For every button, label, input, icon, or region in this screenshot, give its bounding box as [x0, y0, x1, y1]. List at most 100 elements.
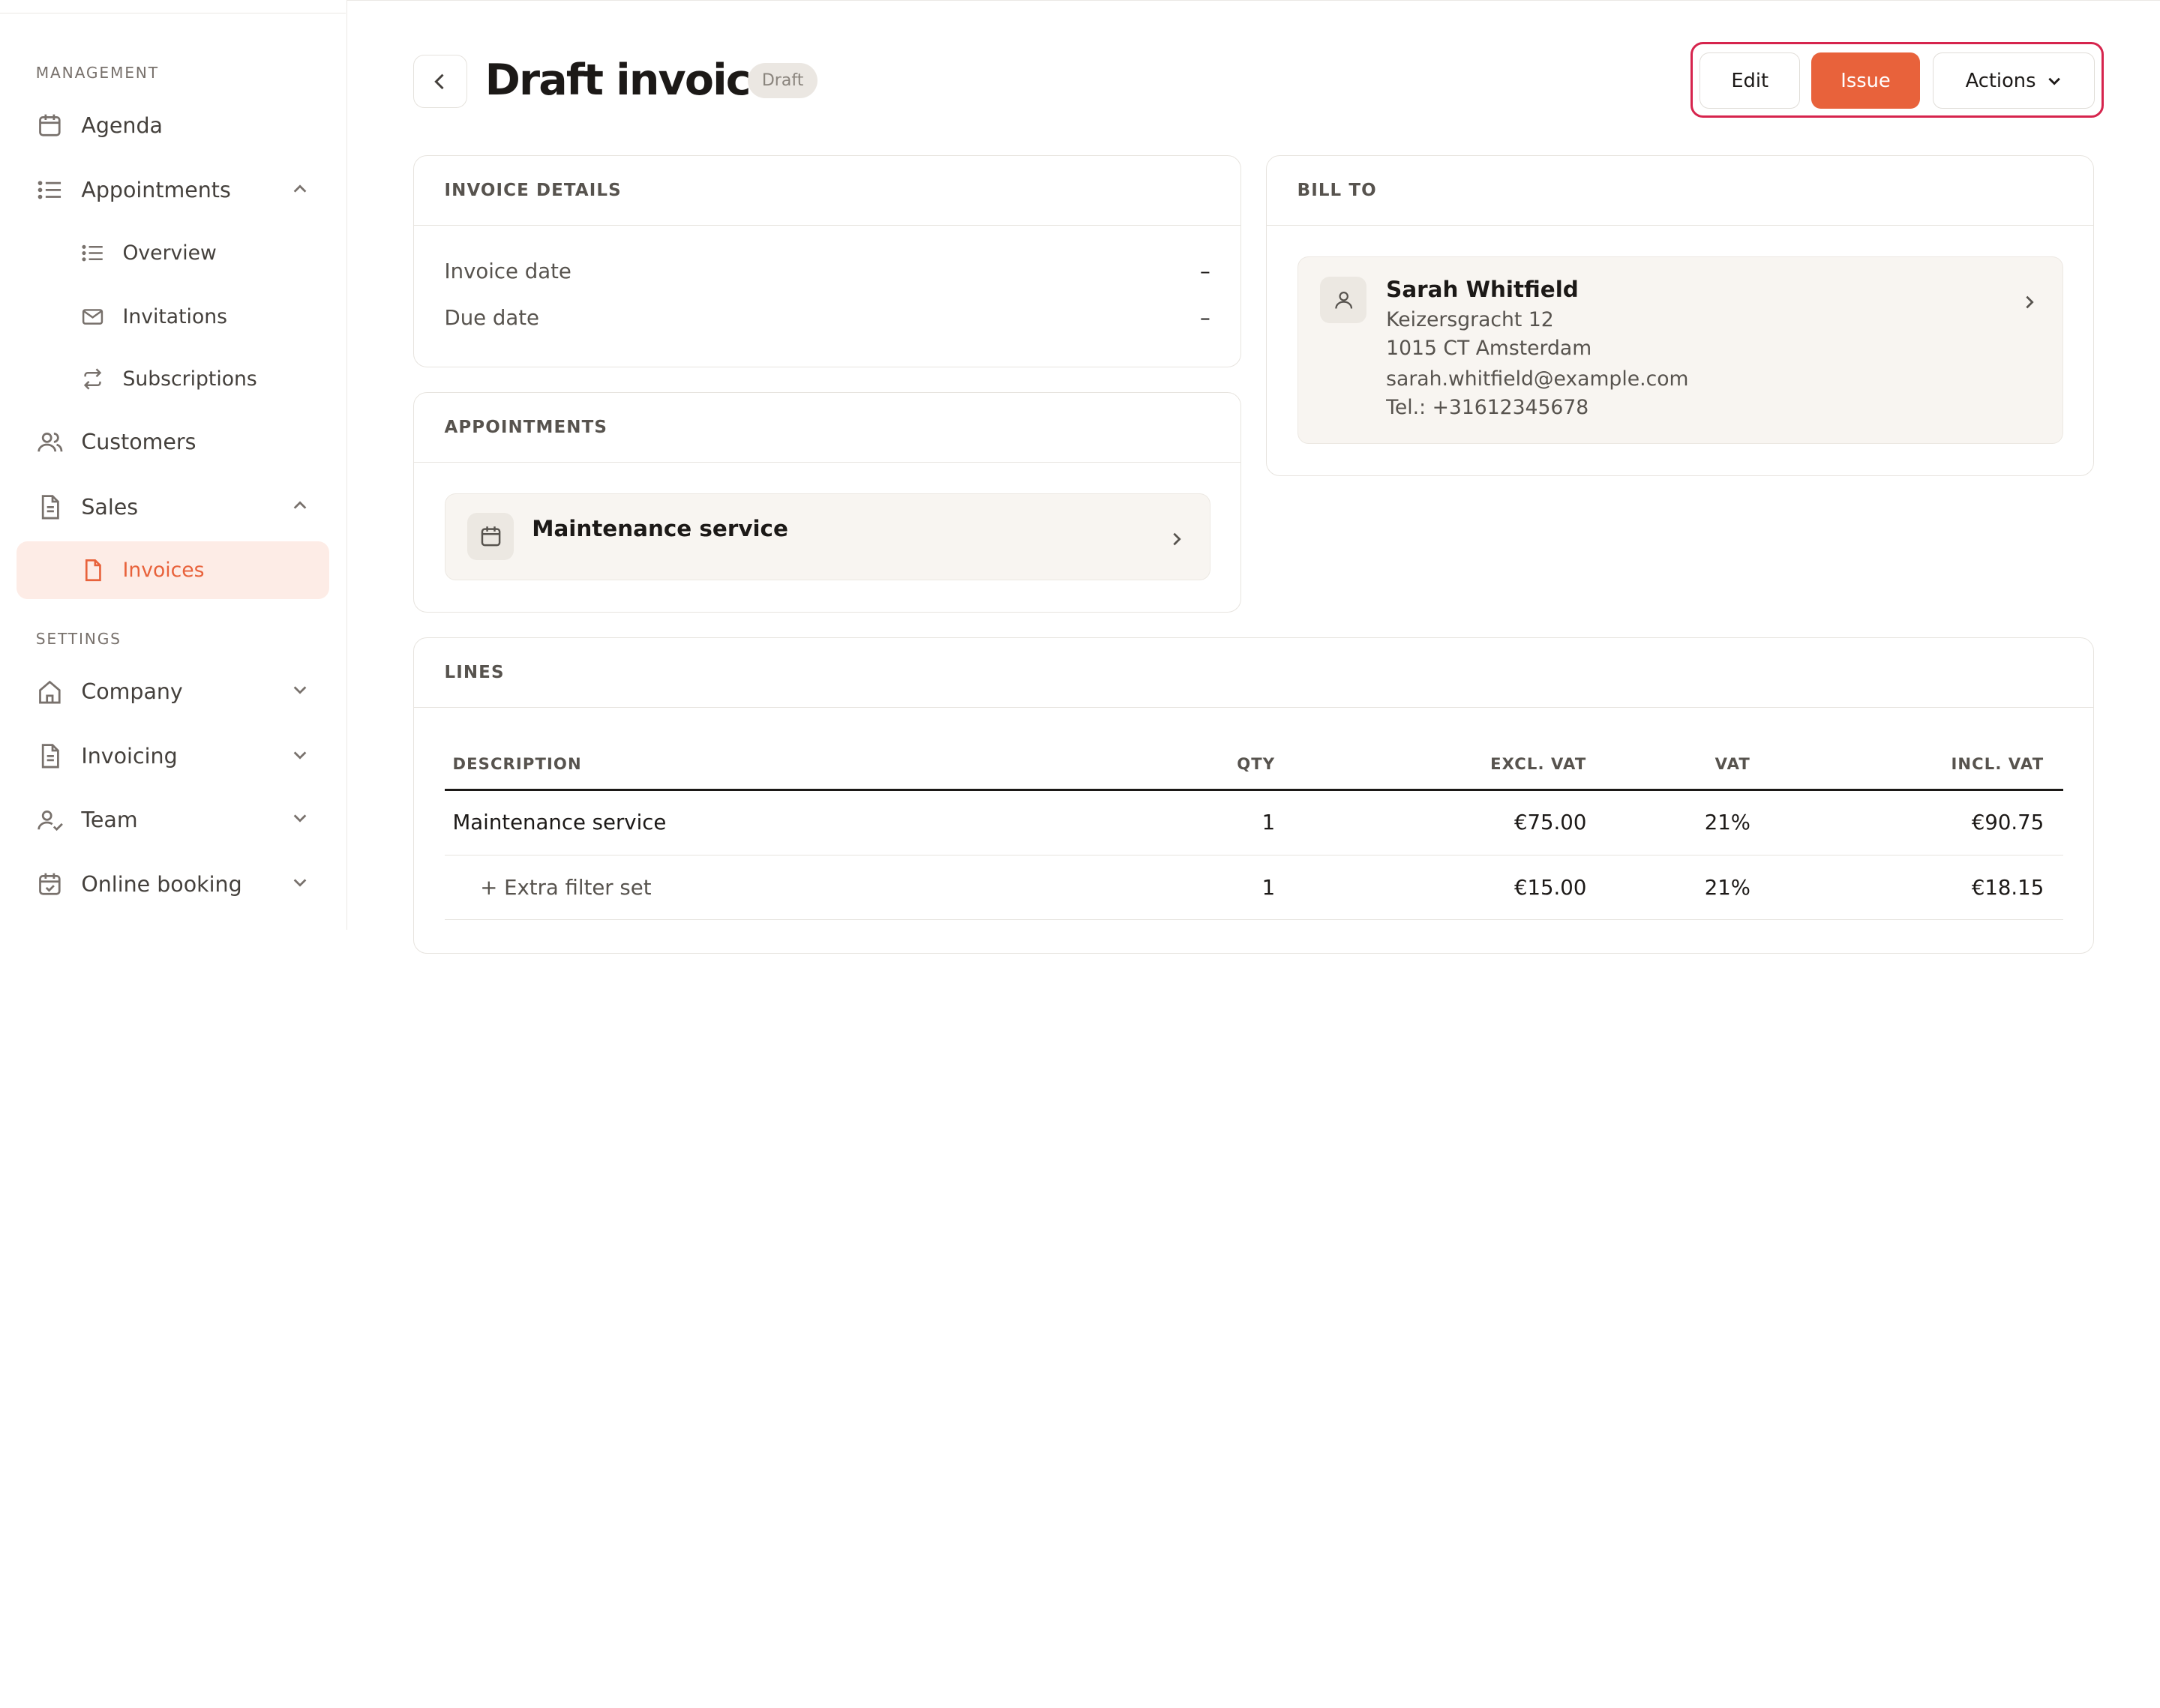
section-management-label: MANAGEMENT — [35, 63, 159, 82]
sidebar-item-label: Sales — [81, 494, 139, 520]
user-check-icon — [36, 806, 64, 834]
invoice-date-value: – — [1199, 259, 1210, 283]
column-incl-vat: INCL. VAT — [1951, 754, 2044, 773]
sidebar-item-label: Invitations — [122, 304, 227, 328]
sidebar-item-sales[interactable]: Sales — [16, 478, 329, 535]
invoice-details-card: INVOICE DETAILS Invoice date – Due date … — [413, 154, 1242, 367]
sidebar-item-team[interactable]: Team — [16, 790, 329, 848]
sidebar-item-label: Customers — [81, 430, 196, 455]
edit-button[interactable]: Edit — [1700, 52, 1801, 109]
row-excl-vat: €75.00 — [1514, 811, 1587, 835]
user-icon — [1319, 276, 1367, 323]
sidebar-item-appointments[interactable]: Appointments — [16, 161, 329, 219]
customer-address-line1: Keizersgracht 12 — [1386, 307, 1554, 331]
row-description: Maintenance service — [452, 811, 667, 835]
appointments-card: APPOINTMENTS Maintenance service — [413, 391, 1242, 613]
sidebar-item-label: Company — [81, 679, 183, 704]
column-excl-vat: EXCL. VAT — [1490, 754, 1587, 773]
row-description: + Extra filter set — [480, 875, 652, 900]
sidebar: MANAGEMENT Agenda Appointments Overview — [0, 0, 347, 930]
row-vat: 21% — [1704, 811, 1750, 835]
list-icon — [36, 176, 64, 204]
sidebar-item-label: Team — [81, 807, 138, 832]
due-date-label: Due date — [444, 305, 540, 330]
status-badge: Draft — [748, 62, 818, 99]
sidebar-item-label: Appointments — [81, 177, 231, 202]
column-vat: VAT — [1714, 754, 1750, 773]
lines-card: LINES DESCRIPTION QTY EXCL. VAT VAT INCL… — [413, 637, 2095, 954]
sidebar-item-invitations[interactable]: Invitations — [16, 288, 329, 346]
calendar-icon — [36, 112, 64, 139]
chevron-down-icon — [2047, 73, 2062, 88]
chevron-left-icon — [430, 72, 450, 91]
customer-address-line2: 1015 CT Amsterdam — [1386, 337, 1592, 361]
invoice-details-heading: INVOICE DETAILS — [414, 156, 1241, 226]
sidebar-item-company[interactable]: Company — [16, 663, 329, 721]
chevron-up-icon[interactable] — [291, 496, 310, 515]
chevron-up-icon[interactable] — [291, 179, 310, 199]
actions-label: Actions — [1965, 69, 2036, 92]
lines-table: DESCRIPTION QTY EXCL. VAT VAT INCL. VAT … — [444, 739, 2063, 921]
file-icon — [80, 558, 105, 583]
row-qty: 1 — [1262, 811, 1276, 835]
due-date-row: Due date – — [445, 306, 1210, 330]
invoice-date-label: Invoice date — [444, 259, 572, 283]
row-qty: 1 — [1262, 875, 1276, 900]
list-icon — [80, 241, 105, 265]
sidebar-item-invoices[interactable]: Invoices — [16, 541, 330, 600]
customer-phone: Tel.: +31612345678 — [1386, 396, 1589, 420]
bill-to-card: BILL TO Sarah Whitfield Keizersgracht 12… — [1266, 154, 2095, 476]
sidebar-item-label: Overview — [122, 241, 217, 265]
sidebar-item-invoicing[interactable]: Invoicing — [16, 727, 329, 785]
document-icon — [36, 742, 64, 770]
chevron-down-icon[interactable] — [291, 745, 310, 765]
chevron-down-icon[interactable] — [291, 680, 310, 700]
column-qty: QTY — [1237, 754, 1276, 773]
row-vat: 21% — [1704, 875, 1750, 900]
sidebar-item-agenda[interactable]: Agenda — [16, 97, 329, 154]
sidebar-item-label: Invoicing — [81, 743, 178, 769]
back-button[interactable] — [413, 54, 467, 109]
sidebar-item-subscriptions[interactable]: Subscriptions — [16, 350, 329, 408]
repeat-icon — [80, 367, 105, 391]
customer-name: Sarah Whitfield — [1386, 276, 1579, 302]
issue-button[interactable]: Issue — [1810, 52, 1921, 109]
section-settings-label: SETTINGS — [35, 629, 122, 648]
row-excl-vat: €15.00 — [1514, 875, 1587, 900]
main-content: Draft invoice Draft Edit Issue Actions I… — [346, 0, 2160, 954]
column-description: DESCRIPTION — [452, 754, 582, 773]
table-row: Maintenance service 1 €75.00 21% €90.75 — [444, 791, 2063, 855]
sidebar-item-label: Subscriptions — [122, 367, 257, 391]
sidebar-divider — [0, 12, 346, 14]
invoice-date-row: Invoice date – — [445, 259, 1210, 283]
lines-heading: LINES — [414, 638, 2094, 709]
chevron-right-icon — [1168, 527, 1185, 553]
users-icon — [36, 428, 64, 456]
sidebar-item-customers[interactable]: Customers — [16, 413, 329, 471]
customer-email: sarah.whitfield@example.com — [1386, 367, 1689, 391]
chevron-down-icon[interactable] — [291, 808, 310, 828]
chevron-down-icon[interactable] — [291, 873, 310, 893]
customer-item[interactable]: Sarah Whitfield Keizersgracht 12 1015 CT… — [1297, 256, 2063, 444]
calendar-check-icon — [36, 870, 64, 898]
sidebar-item-label: Invoices — [122, 559, 205, 582]
document-icon — [36, 493, 64, 521]
sidebar-item-overview[interactable]: Overview — [16, 224, 329, 282]
due-date-value: – — [1199, 305, 1210, 330]
appointment-item[interactable]: Maintenance service — [444, 493, 1210, 580]
mail-icon — [80, 304, 105, 329]
appointments-heading: APPOINTMENTS — [414, 393, 1241, 463]
appointment-name: Maintenance service — [532, 515, 788, 541]
row-incl-vat: €90.75 — [1971, 811, 2044, 835]
sidebar-item-label: Online booking — [81, 871, 242, 897]
action-button-group: Edit Issue Actions — [1690, 42, 2104, 118]
app-root: MANAGEMENT Agenda Appointments Overview — [0, 0, 2160, 954]
home-icon — [36, 678, 64, 706]
row-incl-vat: €18.15 — [1971, 875, 2044, 900]
table-row: + Extra filter set 1 €15.00 21% €18.15 — [444, 855, 2063, 921]
actions-dropdown-button[interactable]: Actions — [1932, 52, 2096, 109]
page-title: Draft invoice — [484, 55, 779, 105]
sidebar-item-online-booking[interactable]: Online booking — [16, 855, 329, 913]
calendar-icon — [466, 513, 514, 560]
bill-to-heading: BILL TO — [1267, 156, 2094, 226]
